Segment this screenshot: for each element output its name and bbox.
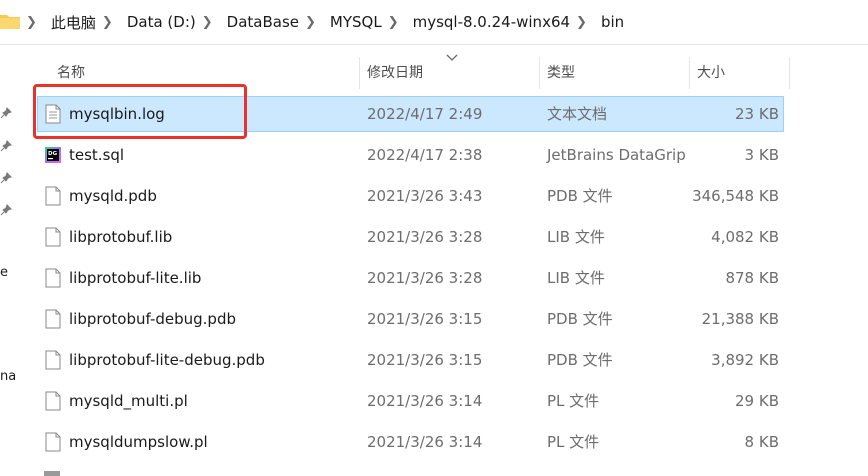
column-header-size[interactable]: 大小 <box>697 57 725 89</box>
breadcrumb-mysql-version[interactable]: mysql-8.0.24-winx64 <box>413 13 570 31</box>
file-size: 8 KB <box>744 433 779 451</box>
breadcrumb-drive-d[interactable]: Data (D:) <box>127 13 196 31</box>
file-name[interactable]: libprotobuf.lib <box>69 220 172 254</box>
file-size: 3 KB <box>744 146 779 164</box>
file-size: 23 KB <box>735 105 779 123</box>
file-size: 346,548 KB <box>692 187 779 205</box>
breadcrumb-this-pc[interactable]: 此电脑 <box>51 12 96 33</box>
blank-file-icon <box>45 268 61 288</box>
file-row[interactable]: libprotobuf-debug.pdb 2021/3/26 3:15 PDB 文… <box>37 301 784 337</box>
file-date-modified: 2021/3/26 3:15 <box>367 310 483 328</box>
blank-file-icon <box>45 391 61 411</box>
file-type: PDB 文件 <box>547 351 613 369</box>
file-row[interactable]: libprotobuf.lib 2021/3/26 3:28 LIB 文件 4,082… <box>37 219 784 255</box>
blank-file-icon <box>44 471 60 476</box>
column-divider[interactable] <box>789 57 790 89</box>
file-row[interactable]: mysqldumpslow.pl 2021/3/26 3:14 PL 文件 8 KB <box>37 424 784 460</box>
nav-item-fragment[interactable]: e <box>0 265 8 280</box>
file-size: 4,082 KB <box>711 228 779 246</box>
chevron-right-icon[interactable]: ❯ <box>202 15 213 30</box>
file-type: PDB 文件 <box>547 187 613 205</box>
pin-icon[interactable] <box>0 204 12 216</box>
chevron-right-icon[interactable]: ❯ <box>576 15 587 30</box>
chevron-right-icon[interactable]: ❯ <box>102 15 113 30</box>
file-row[interactable]: DG test.sql 2022/4/17 2:38 JetBrains DataGr… <box>37 137 784 173</box>
breadcrumb-bin[interactable]: bin <box>601 13 624 31</box>
file-date-modified: 2022/4/17 2:38 <box>367 146 483 164</box>
blank-file-icon <box>45 350 61 370</box>
file-name[interactable]: mysqld_multi.pl <box>69 384 188 418</box>
file-type: PDB 文件 <box>547 310 613 328</box>
column-divider[interactable] <box>539 57 540 89</box>
svg-text:DG: DG <box>48 151 58 157</box>
file-name[interactable]: libprotobuf-lite-debug.pdb <box>69 343 265 377</box>
file-row[interactable]: mysqld.pdb 2021/3/26 3:43 PDB 文件 346,548 KB <box>37 178 784 214</box>
blank-file-icon <box>45 432 61 452</box>
datagrip-icon: DG <box>45 145 61 165</box>
nav-item-fragment[interactable]: na <box>0 369 16 384</box>
file-date-modified: 2021/3/26 3:43 <box>367 187 483 205</box>
file-date-modified: 2021/3/26 3:14 <box>367 433 483 451</box>
column-header-type[interactable]: 类型 <box>547 57 575 89</box>
breadcrumb: ❯ 此电脑 ❯ Data (D:) ❯ DataBase ❯ MYSQL ❯ m… <box>22 0 624 44</box>
column-divider[interactable] <box>689 57 690 89</box>
file-type: LIB 文件 <box>547 269 605 287</box>
file-type: JetBrains DataGrip <box>547 146 686 164</box>
chevron-right-icon[interactable]: ❯ <box>388 15 399 30</box>
column-header-date[interactable]: 修改日期 <box>367 57 423 89</box>
pin-icon[interactable] <box>0 107 12 119</box>
file-row[interactable]: libprotobuf-lite.lib 2021/3/26 3:28 LIB 文件… <box>37 260 784 296</box>
file-type: 文本文档 <box>547 105 608 123</box>
file-type: LIB 文件 <box>547 228 605 246</box>
chevron-right-icon[interactable]: ❯ <box>305 15 316 30</box>
file-size: 21,388 KB <box>701 310 779 328</box>
breadcrumb-mysql[interactable]: MYSQL <box>330 13 382 31</box>
file-name[interactable]: mysqld.pdb <box>69 179 157 213</box>
file-date-modified: 2021/3/26 3:15 <box>367 351 483 369</box>
pin-icon[interactable] <box>0 172 12 184</box>
file-name[interactable]: libprotobuf-lite.lib <box>69 261 201 295</box>
folder-icon <box>0 15 20 29</box>
file-name[interactable]: mysqldumpslow.pl <box>69 425 208 459</box>
annotation-highlight-box <box>33 84 247 139</box>
file-date-modified: 2021/3/26 3:28 <box>367 228 483 246</box>
file-date-modified: 2021/3/26 3:28 <box>367 269 483 287</box>
file-row[interactable]: libprotobuf-lite-debug.pdb 2021/3/26 3:15… <box>37 342 784 378</box>
blank-file-icon <box>45 309 61 329</box>
navigation-pane: e na <box>0 45 18 476</box>
address-bar[interactable]: ❯ 此电脑 ❯ Data (D:) ❯ DataBase ❯ MYSQL ❯ m… <box>0 0 868 45</box>
breadcrumb-database[interactable]: DataBase <box>227 13 299 31</box>
file-size: 29 KB <box>735 392 779 410</box>
file-name[interactable]: libprotobuf-debug.pdb <box>69 302 236 336</box>
column-divider[interactable] <box>359 57 360 89</box>
file-row[interactable]: mysqld_multi.pl 2021/3/26 3:14 PL 文件 29 KB <box>37 383 784 419</box>
file-date-modified: 2022/4/17 2:49 <box>367 105 483 123</box>
blank-file-icon <box>45 227 61 247</box>
file-size: 3,892 KB <box>711 351 779 369</box>
pin-icon[interactable] <box>0 140 12 152</box>
file-name[interactable]: test.sql <box>69 138 124 172</box>
file-size: 878 KB <box>725 269 779 287</box>
file-date-modified: 2021/3/26 3:14 <box>367 392 483 410</box>
file-type: PL 文件 <box>547 433 600 451</box>
file-type: PL 文件 <box>547 392 600 410</box>
blank-file-icon <box>45 186 61 206</box>
chevron-right-icon[interactable]: ❯ <box>26 15 37 30</box>
